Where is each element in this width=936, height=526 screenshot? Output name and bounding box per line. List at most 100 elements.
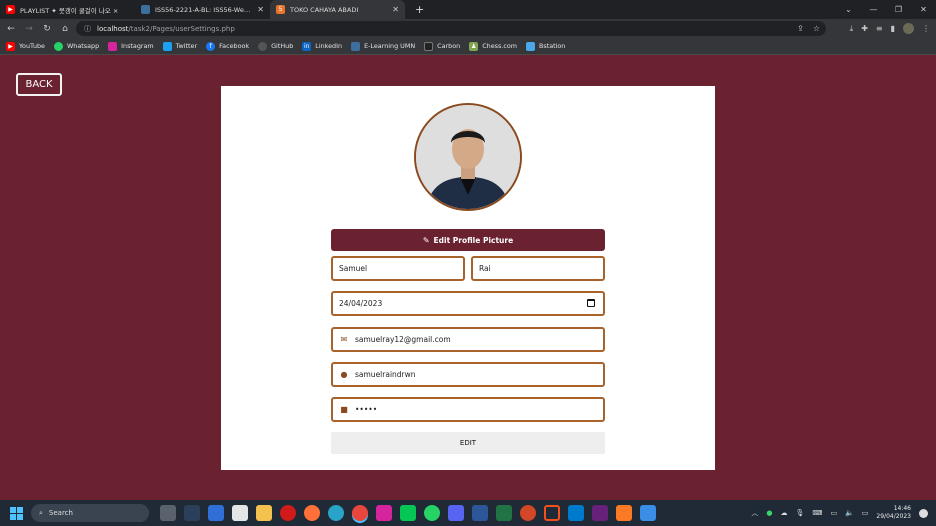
email-field[interactable]: ✉ samuelray12@gmail.com <box>331 327 605 352</box>
whatsapp-app-icon[interactable] <box>424 505 440 521</box>
bookmark-instagram[interactable]: Instagram <box>108 41 154 51</box>
bookmark-github[interactable]: GitHub <box>258 41 293 51</box>
close-tab-icon[interactable]: ✕ <box>392 5 399 14</box>
bookmark-label: Facebook <box>219 42 250 50</box>
forward-arrow-icon[interactable]: → <box>20 24 38 34</box>
bookmark-facebook[interactable]: f Facebook <box>206 41 250 51</box>
bookmark-bstation[interactable]: Bstation <box>525 41 565 51</box>
store-icon[interactable] <box>232 505 248 521</box>
back-arrow-icon[interactable]: ← <box>2 24 20 34</box>
firefox-icon[interactable] <box>304 505 320 521</box>
close-window-icon[interactable]: ✕ <box>911 5 936 14</box>
facebook-icon: f <box>206 41 216 51</box>
tab-search-icon[interactable]: ⌄ <box>836 5 861 14</box>
back-button[interactable]: BACK <box>16 73 62 96</box>
taskbar-search[interactable]: ⌕ Search <box>31 504 149 522</box>
bookmark-twitter[interactable]: Twitter <box>162 41 197 51</box>
chrome-icon[interactable] <box>352 505 368 521</box>
new-tab-button[interactable]: + <box>415 0 424 19</box>
close-tab-icon[interactable]: ✕ <box>257 5 264 14</box>
edit-button[interactable]: EDIT <box>331 432 605 454</box>
browser-tab-playlist[interactable]: ▶ PLAYLIST ✦ 뭇갱이 쿨걸이 나오 × <box>0 0 135 19</box>
profile-avatar[interactable] <box>903 23 914 34</box>
elearning-icon <box>141 5 150 14</box>
edit-profile-picture-button[interactable]: ✎ Edit Profile Picture <box>331 229 605 251</box>
calendar-icon[interactable] <box>587 299 595 307</box>
first-name-input[interactable] <box>339 264 463 273</box>
browser-tab-toko[interactable]: 5 TOKO CAHAYA ABADI ✕ <box>270 0 405 19</box>
first-name-field[interactable] <box>331 256 465 281</box>
address-bar-icons: ⇪ ☆ <box>797 21 820 36</box>
figma-icon[interactable] <box>544 505 560 521</box>
profile-picture <box>414 103 522 211</box>
side-panel-icon[interactable]: ▮ <box>891 24 895 33</box>
steam-icon[interactable] <box>184 505 200 521</box>
tab-title: TOKO CAHAYA ABADI <box>290 5 359 14</box>
lock-icon: ■ <box>340 405 348 414</box>
volume-icon[interactable]: 🔈 <box>845 509 854 517</box>
notification-icon[interactable] <box>919 508 928 518</box>
vscode-icon[interactable] <box>568 505 584 521</box>
microphone-icon[interactable]: 🎙 <box>795 509 804 517</box>
birth-date-value: 24/04/2023 <box>339 299 383 308</box>
download-icon[interactable]: ⤓ <box>850 24 854 34</box>
opera-icon[interactable] <box>280 505 296 521</box>
bookmark-elearning[interactable]: E-Learning UMN <box>351 41 415 51</box>
last-name-input[interactable] <box>479 264 603 273</box>
menu-icon[interactable]: ⋮ <box>922 24 930 33</box>
file-explorer-icon[interactable] <box>256 505 272 521</box>
instagram-app-icon[interactable] <box>376 505 392 521</box>
password-field[interactable]: ■ ••••• <box>331 397 605 422</box>
bookmark-chess[interactable]: ♟ Chess.com <box>469 41 517 51</box>
address-bar[interactable]: ⓘ localhost/task2/Pages/userSettings.php… <box>76 21 826 36</box>
restore-icon[interactable]: ❐ <box>886 5 911 14</box>
tray-overflow-icon[interactable]: ︿ <box>751 508 758 518</box>
info-icon[interactable]: ⓘ <box>84 24 91 34</box>
keyboard-icon[interactable]: ⌨ <box>812 509 822 517</box>
minimize-icon[interactable]: — <box>861 5 886 14</box>
windows-start-icon[interactable] <box>10 507 23 520</box>
bookmark-linkedin[interactable]: in LinkedIn <box>302 41 342 51</box>
tab-title: PLAYLIST ✦ 뭇갱이 쿨걸이 나오 × <box>20 6 119 15</box>
onedrive-icon[interactable]: ☁ <box>780 509 787 517</box>
html-file-icon: 5 <box>276 5 285 14</box>
bookmark-label: Instagram <box>121 42 154 50</box>
snipping-tool-icon[interactable] <box>640 505 656 521</box>
excel-icon[interactable] <box>496 505 512 521</box>
visual-studio-icon[interactable] <box>592 505 608 521</box>
taskbar-apps <box>160 505 656 521</box>
task-view-icon[interactable] <box>160 505 176 521</box>
word-icon[interactable] <box>472 505 488 521</box>
youtube-icon: ▶ <box>6 41 15 51</box>
instagram-icon <box>108 41 118 51</box>
display-icon[interactable]: ▭ <box>830 509 837 517</box>
security-shield-icon[interactable] <box>208 505 224 521</box>
bookmark-youtube[interactable]: ▶ YouTube <box>6 41 45 51</box>
battery-icon[interactable]: ▭ <box>862 509 869 517</box>
home-icon[interactable]: ⌂ <box>56 24 74 34</box>
reload-icon[interactable]: ↻ <box>38 24 56 34</box>
powerpoint-icon[interactable] <box>520 505 536 521</box>
bookmark-whatsapp[interactable]: Whatsapp <box>53 41 100 51</box>
username-field[interactable]: ● samuelraindrwn <box>331 362 605 387</box>
chess-icon: ♟ <box>469 41 479 51</box>
share-icon[interactable]: ⇪ <box>797 24 804 33</box>
url-host: localhost <box>97 24 129 33</box>
twitter-icon <box>162 41 172 51</box>
taskbar-clock[interactable]: 14:46 29/04/2023 <box>876 505 911 521</box>
bookmark-label: Whatsapp <box>66 42 100 50</box>
line-icon[interactable] <box>400 505 416 521</box>
discord-icon[interactable] <box>448 505 464 521</box>
edit-profile-picture-label: Edit Profile Picture <box>433 235 514 245</box>
media-icon[interactable]: ≡ <box>876 24 883 33</box>
bookmark-carbon[interactable]: Carbon <box>424 41 461 51</box>
browser-tab-elearning[interactable]: ISS56-2221-A-BL: ISS56-Web De ✕ <box>135 0 270 19</box>
xampp-icon[interactable] <box>616 505 632 521</box>
edge-icon[interactable] <box>328 505 344 521</box>
bookmark-star-icon[interactable]: ☆ <box>813 24 820 33</box>
bookmark-label: Chess.com <box>482 42 517 50</box>
bookmark-label: Carbon <box>437 42 461 50</box>
birth-date-field[interactable]: 24/04/2023 <box>331 291 605 316</box>
last-name-field[interactable] <box>471 256 605 281</box>
extensions-icon[interactable]: ✚ <box>861 24 868 33</box>
